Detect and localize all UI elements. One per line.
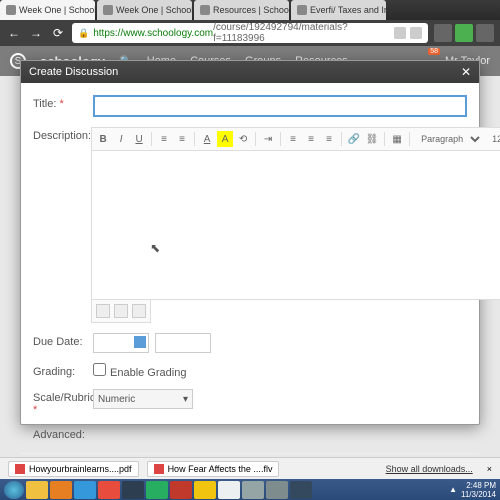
table-button[interactable]: ▦ bbox=[389, 131, 405, 147]
notification-badge[interactable]: 58 bbox=[428, 48, 440, 55]
taskbar: ▲ 2:48 PM11/3/2014 bbox=[0, 479, 500, 500]
tab-1[interactable]: Week One | Schoology× bbox=[0, 0, 95, 20]
scale-label: Scale/Rubric: * bbox=[33, 389, 93, 416]
flv-icon bbox=[154, 464, 164, 474]
extension-icon[interactable] bbox=[434, 24, 452, 42]
attachment-bar bbox=[91, 300, 151, 323]
align-left-button[interactable]: ≡ bbox=[285, 131, 301, 147]
modal-title: Create Discussion bbox=[29, 66, 118, 78]
tray-icon[interactable]: ▲ bbox=[449, 485, 457, 494]
description-label: Description: bbox=[33, 127, 91, 142]
advanced-label: Advanced: bbox=[33, 426, 93, 441]
highlight-button[interactable]: A bbox=[217, 131, 233, 147]
url-action-icon[interactable] bbox=[410, 27, 422, 39]
powerpoint-icon[interactable] bbox=[170, 481, 192, 499]
tab-2[interactable]: Week One | Schoology× bbox=[97, 0, 192, 20]
address-input[interactable]: 🔒 https://www.schoology.com/course/19249… bbox=[72, 23, 428, 43]
favicon bbox=[297, 5, 307, 15]
bullet-list-button[interactable]: ≡ bbox=[156, 131, 172, 147]
editor-toolbar: B I U ≡ ≡ A A ⟲ ⇥ ≡ ≡ ≡ � bbox=[91, 127, 500, 150]
reload-button[interactable]: ⟳ bbox=[50, 25, 66, 41]
lock-icon: 🔒 bbox=[78, 28, 89, 39]
firefox-icon[interactable] bbox=[98, 481, 120, 499]
due-date-input[interactable] bbox=[93, 333, 149, 353]
attach-resource-button[interactable] bbox=[132, 304, 146, 318]
bold-button[interactable]: B bbox=[95, 131, 111, 147]
extension-icon[interactable] bbox=[455, 24, 473, 42]
clear-format-button[interactable]: ⟲ bbox=[235, 131, 251, 147]
modal-header: Create Discussion ✕ bbox=[21, 61, 479, 83]
calendar-icon[interactable] bbox=[134, 336, 146, 348]
bookmark-icon[interactable] bbox=[394, 27, 406, 39]
url-path: /course/192492794/materials?f=11183996 bbox=[213, 22, 394, 44]
number-list-button[interactable]: ≡ bbox=[174, 131, 190, 147]
italic-button[interactable]: I bbox=[113, 131, 129, 147]
create-discussion-modal: Create Discussion ✕ Title: * Description… bbox=[20, 60, 480, 425]
close-icon[interactable]: × bbox=[487, 464, 492, 474]
tab-4[interactable]: Everfi/ Taxes and Insuran× bbox=[291, 0, 386, 20]
align-center-button[interactable]: ≡ bbox=[303, 131, 319, 147]
chrome-icon[interactable] bbox=[218, 481, 240, 499]
fontsize-select[interactable]: 12 bbox=[485, 132, 500, 146]
close-icon[interactable]: ✕ bbox=[461, 65, 471, 79]
menu-icon[interactable] bbox=[476, 24, 494, 42]
download-item[interactable]: Howyourbrainlearns....pdf bbox=[8, 461, 139, 477]
download-item[interactable]: How Fear Affects the ....flv bbox=[147, 461, 280, 477]
title-input[interactable] bbox=[93, 95, 467, 117]
tab-label: Week One | Schoology bbox=[19, 5, 95, 15]
app-icon[interactable] bbox=[242, 481, 264, 499]
download-bar: Howyourbrainlearns....pdf How Fear Affec… bbox=[0, 457, 500, 479]
cursor-icon: ⬉ bbox=[150, 241, 160, 255]
tab-label: Resources | Schoology bbox=[213, 5, 289, 15]
system-tray: ▲ 2:48 PM11/3/2014 bbox=[449, 481, 496, 499]
description-editor[interactable]: ⬉ bbox=[91, 150, 500, 300]
attach-link-button[interactable] bbox=[114, 304, 128, 318]
app-icon[interactable] bbox=[290, 481, 312, 499]
favicon bbox=[200, 5, 210, 15]
outlook-icon[interactable] bbox=[194, 481, 216, 499]
align-right-button[interactable]: ≡ bbox=[321, 131, 337, 147]
word-icon[interactable] bbox=[122, 481, 144, 499]
title-label: Title: * bbox=[33, 95, 93, 110]
start-button[interactable] bbox=[4, 481, 24, 499]
tab-3[interactable]: Resources | Schoology× bbox=[194, 0, 289, 20]
attach-file-button[interactable] bbox=[96, 304, 110, 318]
chevron-down-icon: ▾ bbox=[183, 394, 188, 405]
link-button[interactable]: 🔗 bbox=[346, 131, 362, 147]
paragraph-select[interactable]: Paragraph bbox=[414, 132, 483, 146]
due-time-input[interactable] bbox=[155, 333, 211, 353]
indent-button[interactable]: ⇥ bbox=[260, 131, 276, 147]
forward-button[interactable]: → bbox=[28, 25, 44, 41]
show-all-downloads[interactable]: Show all downloads... bbox=[386, 464, 473, 474]
unlink-button[interactable]: ⛓ bbox=[364, 131, 380, 147]
url-bar: ← → ⟳ 🔒 https://www.schoology.com/course… bbox=[0, 20, 500, 46]
tab-label: Week One | Schoology bbox=[116, 5, 192, 15]
browser-tabs: Week One | Schoology× Week One | Schoolo… bbox=[0, 0, 500, 20]
clock[interactable]: 2:48 PM11/3/2014 bbox=[461, 481, 496, 499]
ie-icon[interactable] bbox=[74, 481, 96, 499]
explorer-icon[interactable] bbox=[26, 481, 48, 499]
back-button[interactable]: ← bbox=[6, 25, 22, 41]
text-color-button[interactable]: A bbox=[199, 131, 215, 147]
app-icon[interactable] bbox=[266, 481, 288, 499]
grading-checkbox-label: Enable Grading bbox=[110, 367, 186, 379]
grading-label: Grading: bbox=[33, 363, 93, 378]
favicon bbox=[103, 5, 113, 15]
tab-label: Everfi/ Taxes and Insuran bbox=[310, 5, 386, 15]
scale-select[interactable]: Numeric▾ bbox=[93, 389, 193, 409]
pdf-icon bbox=[15, 464, 25, 474]
favicon bbox=[6, 5, 16, 15]
due-date-label: Due Date: bbox=[33, 333, 93, 348]
url-host: https://www.schoology.com bbox=[93, 28, 213, 39]
underline-button[interactable]: U bbox=[131, 131, 147, 147]
enable-grading-checkbox[interactable] bbox=[93, 363, 106, 376]
excel-icon[interactable] bbox=[146, 481, 168, 499]
media-player-icon[interactable] bbox=[50, 481, 72, 499]
